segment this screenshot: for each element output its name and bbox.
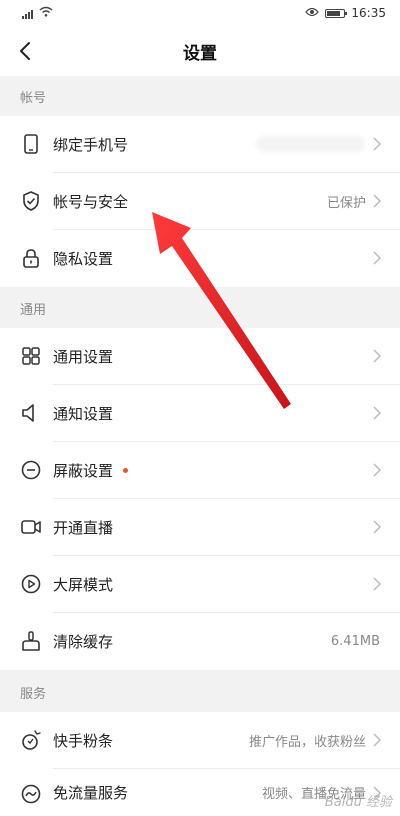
chevron-right-icon	[373, 520, 382, 534]
settings-item-block[interactable]: 屏蔽设置	[0, 442, 400, 499]
item-value: 6.41MB	[330, 634, 380, 649]
page-title: 设置	[183, 43, 217, 64]
item-label: 清除缓存	[53, 633, 114, 651]
new-indicator-dot	[123, 468, 128, 473]
settings-item-big-screen[interactable]: 大屏模式	[0, 556, 400, 613]
lock-icon	[23, 249, 39, 268]
broom-icon	[22, 631, 40, 651]
item-label: 快手粉条	[53, 732, 114, 750]
settings-item-privacy[interactable]: 隐私设置	[0, 230, 400, 287]
back-button[interactable]	[10, 36, 40, 66]
section-header-service: 服务	[0, 672, 400, 712]
chevron-right-icon	[373, 577, 382, 591]
chevron-right-icon	[373, 733, 382, 747]
video-camera-icon	[21, 520, 41, 534]
chevron-right-icon	[373, 251, 382, 265]
wifi-icon	[39, 6, 53, 20]
chevron-right-icon	[373, 463, 382, 477]
signal-icon	[22, 8, 33, 19]
item-label: 免流量服务	[53, 784, 129, 802]
grid-icon	[22, 347, 40, 365]
item-label: 绑定手机号	[53, 136, 129, 154]
section-header-general: 通用	[0, 288, 400, 328]
settings-item-general-settings[interactable]: 通用设置	[0, 328, 400, 385]
wave-circle-icon	[21, 784, 41, 804]
item-label: 开通直播	[53, 519, 114, 537]
phone-number-blurred	[256, 136, 366, 152]
chevron-right-icon	[373, 349, 382, 363]
battery-icon	[325, 8, 348, 18]
status-bar: 16:35	[0, 0, 400, 26]
item-label: 通用设置	[53, 348, 114, 366]
chevron-right-icon	[373, 406, 382, 420]
item-label: 通知设置	[53, 405, 114, 423]
settings-item-clear-cache[interactable]: 清除缓存 6.41MB	[0, 613, 400, 670]
settings-item-fans[interactable]: 快手粉条 推广作品，收获粉丝	[0, 712, 400, 769]
nav-bar: 设置	[0, 26, 400, 76]
item-label: 帐号与安全	[53, 193, 129, 211]
item-label: 隐私设置	[53, 250, 114, 268]
shield-check-icon	[23, 191, 39, 211]
settings-item-live[interactable]: 开通直播	[0, 499, 400, 556]
chevron-left-icon	[20, 42, 30, 60]
item-value: 已保护	[326, 196, 366, 211]
chevron-right-icon	[373, 137, 382, 151]
fans-promote-icon	[22, 730, 41, 750]
item-label: 屏蔽设置	[53, 462, 114, 480]
watermark: Baidu 经验	[324, 795, 392, 810]
settings-item-account-security[interactable]: 帐号与安全 已保护	[0, 173, 400, 230]
phone-icon	[24, 134, 38, 154]
play-circle-icon	[21, 574, 41, 594]
settings-item-notification[interactable]: 通知设置	[0, 385, 400, 442]
section-header-account: 帐号	[0, 76, 400, 116]
speaker-icon	[22, 404, 34, 422]
settings-item-bind-phone[interactable]: 绑定手机号	[0, 116, 400, 173]
item-label: 大屏模式	[53, 576, 114, 594]
block-minus-icon	[21, 460, 41, 480]
status-time: 16:35	[351, 6, 386, 20]
chevron-right-icon	[373, 194, 382, 208]
eye-icon	[305, 6, 320, 20]
item-value: 推广作品，收获粉丝	[248, 735, 366, 750]
